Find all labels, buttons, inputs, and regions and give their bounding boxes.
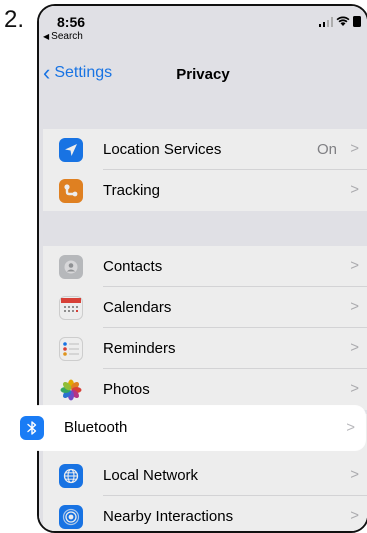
status-time: 8:56	[57, 14, 86, 30]
back-app-label: Search	[51, 31, 83, 42]
row-calendars[interactable]: Calendars >	[43, 287, 367, 328]
globe-icon	[59, 464, 83, 488]
row-local-network[interactable]: Local Network >	[43, 455, 367, 496]
phone-frame: 8:56 ◀ Search ‹ Settings Privacy Locatio…	[37, 4, 367, 533]
location-arrow-icon	[59, 138, 83, 162]
chevron-right-icon: >	[350, 380, 359, 397]
row-label: Photos	[103, 381, 150, 398]
group-network: Local Network > Nearby Interactions >	[43, 455, 367, 531]
group-location-tracking: Location Services On > Tracking >	[43, 129, 367, 211]
row-contacts[interactable]: Contacts >	[43, 246, 367, 287]
wifi-icon	[336, 16, 350, 26]
row-label: Bluetooth	[64, 419, 128, 436]
chevron-right-icon: >	[350, 140, 359, 157]
row-label: Location Services	[103, 141, 222, 158]
chevron-right-icon: >	[350, 507, 359, 524]
row-label: Calendars	[103, 299, 172, 316]
navigation-bar: ‹ Settings Privacy	[39, 58, 367, 92]
calendar-icon	[59, 296, 83, 320]
nearby-icon	[59, 505, 83, 529]
chevron-right-icon: >	[350, 257, 359, 274]
cellular-signal-icon	[319, 16, 333, 27]
chevron-right-icon: >	[350, 298, 359, 315]
status-icons	[319, 16, 361, 27]
back-to-search-link[interactable]: ◀ Search	[43, 31, 83, 42]
chevron-right-icon: >	[350, 181, 359, 198]
row-tracking[interactable]: Tracking >	[43, 170, 367, 211]
row-location-services[interactable]: Location Services On >	[43, 129, 367, 170]
row-bluetooth[interactable]: Bluetooth >	[4, 406, 365, 450]
location-services-value: On	[316, 141, 337, 158]
row-label: Contacts	[103, 258, 163, 275]
status-bar: 8:56 ◀ Search	[39, 6, 367, 46]
row-reminders[interactable]: Reminders >	[43, 328, 367, 369]
photos-icon	[59, 378, 83, 402]
chevron-right-icon: >	[346, 419, 355, 436]
step-number: 2.	[4, 6, 25, 33]
reminders-icon	[59, 337, 83, 361]
row-label: Nearby Interactions	[103, 508, 234, 525]
chevron-right-icon: >	[350, 339, 359, 356]
row-label: Reminders	[103, 340, 176, 357]
row-label: Local Network	[103, 467, 199, 484]
group-data-access: Contacts > Calendars > Reminders > Photo…	[43, 246, 367, 410]
battery-icon	[353, 16, 361, 27]
back-triangle-icon: ◀	[43, 32, 50, 41]
settings-screen: 8:56 ◀ Search ‹ Settings Privacy Locatio…	[39, 6, 367, 531]
tracking-icon	[59, 179, 83, 203]
row-nearby-interactions[interactable]: Nearby Interactions >	[43, 496, 367, 531]
page-title: Privacy	[176, 66, 230, 83]
row-label: Tracking	[103, 182, 160, 199]
row-photos[interactable]: Photos >	[43, 369, 367, 410]
bluetooth-icon	[20, 416, 44, 440]
chevron-right-icon: >	[350, 466, 359, 483]
contacts-icon	[59, 255, 83, 279]
